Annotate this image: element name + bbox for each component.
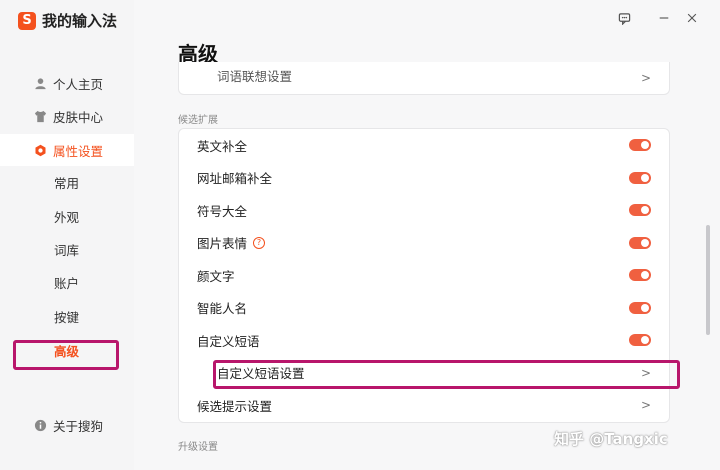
subnav-keys[interactable]: 按键 xyxy=(54,308,79,328)
symbol-collection-toggle[interactable] xyxy=(629,204,651,217)
word-association-settings-row[interactable]: 词语联想设置 > xyxy=(179,62,669,94)
kaomoji-toggle[interactable] xyxy=(629,269,651,282)
english-completion-row: 英文补全 xyxy=(179,129,669,162)
highlight-custom-phrase-settings xyxy=(213,360,680,389)
sidebar-item-skins[interactable]: 皮肤中心 xyxy=(0,100,134,132)
symbol-collection-row: 符号大全 xyxy=(179,194,669,227)
row-label: 符号大全 xyxy=(197,203,248,219)
url-email-completion-toggle[interactable] xyxy=(629,171,651,184)
row-label: 图片表情 xyxy=(197,236,248,252)
row-label: 颜文字 xyxy=(197,268,235,284)
row-label: 词语联想设置 xyxy=(217,69,293,84)
sidebar-item-label: 个人主页 xyxy=(53,76,104,92)
english-completion-toggle[interactable] xyxy=(629,139,651,152)
highlight-advanced xyxy=(13,340,119,370)
watermark: 知乎 @Tangxic xyxy=(554,430,668,448)
feedback-icon[interactable] xyxy=(616,10,632,26)
image-emoji-row: 图片表情 ? xyxy=(179,227,669,260)
subnav-account[interactable]: 账户 xyxy=(54,274,79,294)
user-icon xyxy=(35,77,46,89)
info-icon xyxy=(34,419,47,431)
row-label: 网址邮箱补全 xyxy=(197,171,273,187)
image-emoji-toggle[interactable] xyxy=(629,236,651,249)
help-icon[interactable]: ? xyxy=(253,236,266,249)
sidebar-item-about[interactable]: 关于搜狗 xyxy=(0,409,134,441)
app-title: 我的输入法 xyxy=(42,12,118,30)
sidebar: S 我的输入法 个人主页 皮肤中心 属性设置 常用 外观 词库 账户 按键 高级… xyxy=(0,0,134,470)
custom-phrase-toggle[interactable] xyxy=(629,334,651,347)
close-icon[interactable] xyxy=(684,10,700,26)
scrollbar[interactable] xyxy=(706,225,710,335)
shirt-icon xyxy=(34,110,47,122)
kaomoji-row: 颜文字 xyxy=(179,259,669,292)
smart-name-toggle[interactable] xyxy=(629,301,651,314)
sidebar-item-settings[interactable]: 属性设置 xyxy=(0,134,134,166)
gear-icon xyxy=(35,144,46,156)
row-label: 智能人名 xyxy=(197,301,248,317)
sidebar-item-label: 关于搜狗 xyxy=(53,418,104,434)
sidebar-item-profile[interactable]: 个人主页 xyxy=(0,67,134,99)
chevron-right-icon: > xyxy=(640,398,651,413)
subnav-dictionary[interactable]: 词库 xyxy=(54,241,79,261)
sidebar-item-label: 属性设置 xyxy=(53,143,104,159)
row-label: 候选提示设置 xyxy=(197,398,273,414)
candidate-hint-settings-row[interactable]: 候选提示设置 > xyxy=(179,389,669,422)
url-email-completion-row: 网址邮箱补全 xyxy=(179,162,669,195)
minimize-icon[interactable] xyxy=(656,10,672,26)
subnav-common[interactable]: 常用 xyxy=(54,174,79,194)
section-candidate-expansion: 候选扩展 xyxy=(178,115,218,126)
custom-phrase-row: 自定义短语 xyxy=(179,324,669,357)
row-label: 自定义短语 xyxy=(197,333,260,349)
section-upgrade-settings: 升级设置 xyxy=(178,442,218,453)
subnav-appearance[interactable]: 外观 xyxy=(54,208,79,228)
main-panel: 高级 词语联想设置 > 候选扩展 英文补全 网址邮箱补全 符号大全 图片表情 ? xyxy=(134,0,720,470)
chevron-right-icon: > xyxy=(640,71,651,85)
smart-name-row: 智能人名 xyxy=(179,292,669,325)
brand: S 我的输入法 xyxy=(18,10,117,31)
row-label: 英文补全 xyxy=(197,138,248,154)
partial-card: 词语联想设置 > xyxy=(178,62,670,95)
sidebar-item-label: 皮肤中心 xyxy=(53,109,104,125)
sogou-logo-icon: S xyxy=(18,11,36,30)
